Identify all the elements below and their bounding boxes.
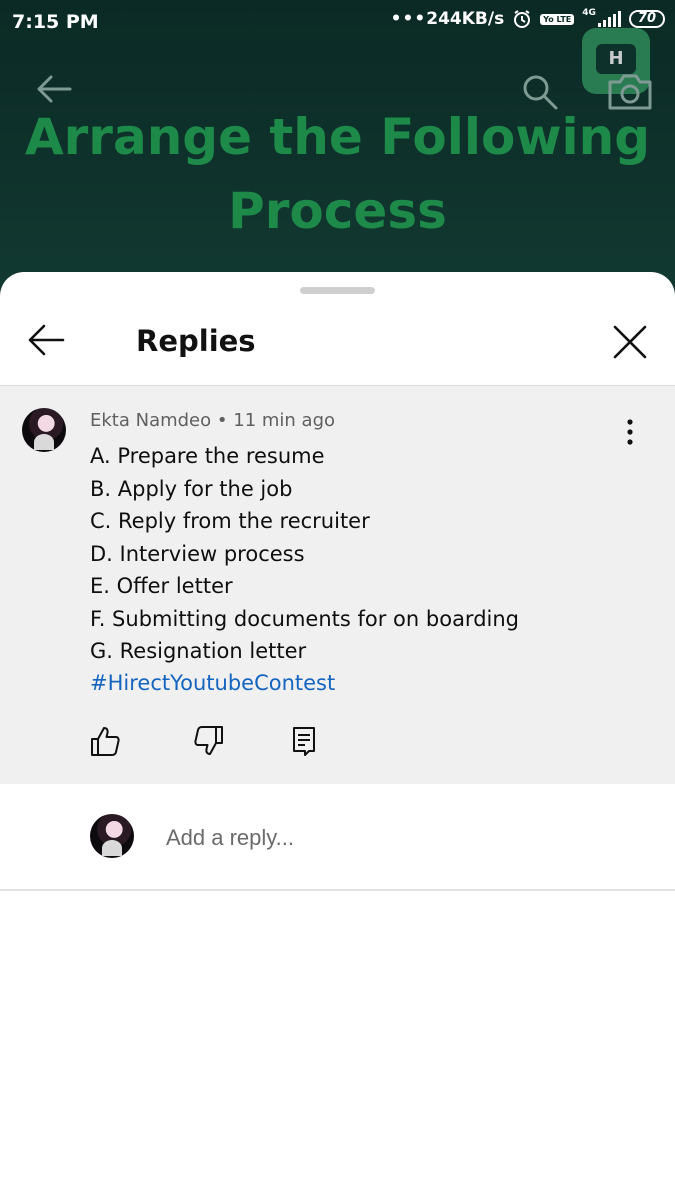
status-bar: 7:15 PM •••244KB/s Yo LTE 4G 70 — [0, 0, 675, 44]
video-title-line1: Arrange the Following — [24, 108, 651, 166]
add-reply-row — [0, 784, 675, 890]
thumbs-up-icon[interactable] — [88, 724, 122, 758]
more-vert-icon[interactable] — [620, 418, 640, 446]
comment-line: A. Prepare the resume — [90, 444, 325, 468]
comment-meta: Ekta Namdeo • 11 min ago — [90, 410, 335, 431]
status-time: 7:15 PM — [12, 11, 99, 33]
drag-handle[interactable] — [300, 287, 375, 294]
reply-input[interactable] — [164, 822, 644, 854]
status-indicators: •••244KB/s Yo LTE 4G 70 — [390, 8, 665, 29]
alarm-icon — [514, 10, 531, 28]
comment-line: C. Reply from the recruiter — [90, 509, 370, 533]
network-speed: •••244KB/s — [390, 9, 505, 29]
close-icon[interactable] — [612, 324, 648, 360]
battery-icon: 70 — [628, 10, 665, 28]
hirect-logo-letter: H — [596, 44, 636, 74]
sheet-header: Replies — [0, 302, 675, 386]
comment-line: E. Offer letter — [90, 574, 233, 598]
divider — [0, 889, 675, 891]
sheet-title: Replies — [136, 324, 256, 358]
comment-line: D. Interview process — [90, 541, 305, 566]
comment-line: G. Resignation letter — [90, 639, 307, 663]
comment-time: 11 min ago — [233, 410, 336, 431]
comment-line: F. Submitting documents for on boarding — [90, 606, 520, 631]
comment-text: A. Prepare the resume B. Apply for the j… — [90, 440, 610, 668]
network-type: 4G — [582, 8, 596, 18]
hashtag-link[interactable]: #HirectYoutubeContest — [90, 667, 335, 699]
video-player-background: 7:15 PM •••244KB/s Yo LTE 4G 70 H Arrang… — [0, 0, 675, 300]
avatar — [90, 814, 134, 858]
comment-line: B. Apply for the job — [90, 476, 293, 501]
volte-badge: Yo LTE — [540, 13, 575, 25]
avatar[interactable] — [22, 408, 66, 452]
video-title-line2: Process — [228, 182, 447, 240]
video-title: Arrange the Following Process — [0, 100, 675, 248]
comment-author[interactable]: Ekta Namdeo — [90, 410, 211, 431]
signal-icon — [597, 11, 621, 27]
comment-card: Ekta Namdeo • 11 min ago A. Prepare the … — [0, 386, 675, 784]
dots-icon: ••• — [390, 9, 427, 29]
thumbs-down-icon[interactable] — [192, 724, 226, 758]
meta-separator: • — [216, 410, 228, 431]
back-arrow-icon[interactable] — [26, 322, 66, 358]
reply-comment-icon[interactable] — [286, 724, 320, 758]
replies-sheet: Replies Ekta Namdeo • 11 min ago A. Prep… — [0, 272, 675, 1200]
